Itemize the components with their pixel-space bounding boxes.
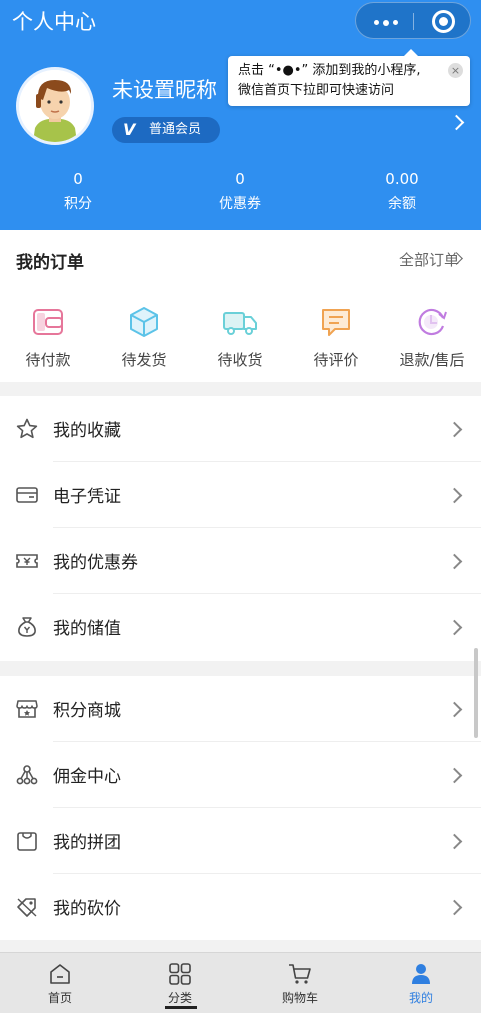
order-status-pending-shipment[interactable]: 待发货 [96, 305, 192, 375]
member-level-badge[interactable]: V 普通会员 [112, 117, 220, 143]
vip-icon: V [123, 120, 136, 139]
chevron-right-icon [446, 619, 463, 636]
tab-home[interactable]: 首页 [0, 953, 120, 1013]
orders-title: 我的订单 [16, 253, 84, 273]
menu-item-stored-value[interactable]: 我的储值 [0, 594, 481, 660]
stat-coupons[interactable]: 0 优惠券 [180, 170, 300, 213]
stat-label: 优惠券 [219, 196, 261, 212]
chevron-right-icon [446, 421, 463, 438]
miniapp-close-icon[interactable] [432, 10, 455, 33]
menu-item-label: 我的优惠券 [53, 553, 138, 573]
tab-label: 购物车 [281, 991, 318, 1005]
menu-group-activities: 积分商城 佣金中心 我的拼团 我的砍价 [0, 676, 481, 940]
tab-mine[interactable]: 我的 [361, 953, 481, 1013]
bargain-tag-icon [17, 898, 37, 917]
order-status-label: 退款/售后 [399, 351, 465, 369]
refund-clock-icon [418, 308, 447, 336]
menu-group-assets: 我的收藏 电子凭证 我的优惠券 我的储值 [0, 396, 481, 661]
network-icon [16, 765, 38, 785]
all-orders-link[interactable]: 全部订单 [399, 249, 459, 270]
chevron-right-icon [446, 553, 463, 570]
avatar[interactable] [16, 67, 94, 145]
menu-item-favorites[interactable]: 我的收藏 [0, 396, 481, 462]
tab-label: 我的 [408, 991, 433, 1005]
order-status-refund[interactable]: 退款/售后 [384, 305, 480, 375]
menu-item-e-voucher[interactable]: 电子凭证 [0, 462, 481, 528]
more-dots-icon[interactable] [374, 19, 398, 26]
bottom-tabbar: 首页 分类 购物车 我的 [0, 952, 481, 1013]
tab-label: 分类 [167, 991, 192, 1005]
comment-icon [322, 309, 350, 336]
menu-item-label: 我的收藏 [53, 421, 121, 441]
home-icon [50, 964, 70, 984]
text-cursor [165, 1006, 197, 1009]
cart-icon [289, 964, 311, 984]
package-icon [130, 307, 158, 337]
avatar-illustration-icon [19, 70, 91, 142]
member-level-label: 普通会员 [149, 122, 202, 137]
menu-item-label: 我的储值 [53, 619, 121, 639]
orders-card: 我的订单 全部订单 待付款 待发货 待收货 待评价 退款/售后 [0, 230, 481, 382]
profile-chevron-right-icon[interactable] [448, 114, 465, 131]
order-status-pending-receipt[interactable]: 待收货 [192, 305, 288, 375]
page-title: 个人中心 [12, 10, 96, 34]
menu-item-commission-center[interactable]: 佣金中心 [0, 742, 481, 808]
miniapp-capsule [355, 2, 471, 39]
stat-value: 0 [235, 170, 245, 188]
grid-icon [169, 963, 191, 985]
tab-label: 首页 [47, 991, 72, 1005]
star-icon [16, 418, 38, 439]
chevron-right-icon [446, 487, 463, 504]
menu-item-points-mall[interactable]: 积分商城 [0, 676, 481, 742]
menu-item-label: 我的拼团 [53, 833, 121, 853]
tab-cart[interactable]: 购物车 [240, 953, 360, 1013]
stat-label: 余额 [388, 196, 416, 212]
menu-item-my-coupons[interactable]: 我的优惠券 [0, 528, 481, 594]
menu-item-bargain[interactable]: 我的砍价 [0, 874, 481, 940]
tab-categories[interactable]: 分类 [120, 953, 240, 1013]
card-icon [16, 487, 38, 503]
stat-label: 积分 [64, 196, 92, 212]
stat-value: 0 [73, 170, 83, 188]
order-status-pending-payment[interactable]: 待付款 [0, 305, 96, 375]
coupon-icon [16, 554, 38, 568]
menu-item-label: 我的砍价 [53, 899, 121, 919]
chevron-right-icon [446, 899, 463, 916]
stat-points[interactable]: 0 积分 [18, 170, 138, 213]
scrollbar[interactable] [474, 648, 478, 738]
capsule-divider [413, 13, 414, 30]
menu-item-label: 积分商城 [53, 701, 121, 721]
menu-item-group-buy[interactable]: 我的拼团 [0, 808, 481, 874]
money-bag-icon [18, 617, 36, 637]
add-miniprogram-tooltip: 点击 “•●•” 添加到我的小程序, 微信首页下拉即可快速访问 × [228, 49, 470, 106]
wallet-icon [33, 309, 63, 335]
store-icon [16, 700, 38, 718]
chevron-right-icon [446, 767, 463, 784]
stat-value: 0.00 [385, 170, 419, 188]
user-icon [412, 964, 430, 984]
order-status-label: 待评价 [313, 351, 359, 369]
tooltip-line-2: 微信首页下拉即可快速访问 [238, 83, 395, 98]
order-status-label: 待发货 [121, 351, 167, 369]
order-status-label: 待付款 [25, 351, 71, 369]
menu-item-label: 电子凭证 [53, 487, 121, 507]
nickname[interactable]: 未设置昵称 [112, 74, 217, 104]
menu-item-label: 佣金中心 [53, 767, 121, 787]
chevron-right-icon [446, 833, 463, 850]
order-status-pending-review[interactable]: 待评价 [288, 305, 384, 375]
group-bag-icon [17, 832, 37, 851]
order-status-label: 待收货 [217, 351, 263, 369]
tooltip-close-icon[interactable]: × [448, 63, 463, 78]
stat-balance[interactable]: 0.00 余额 [342, 170, 462, 213]
tooltip-line-1: 点击 “•●•” 添加到我的小程序, [238, 63, 421, 78]
chevron-right-icon [446, 701, 463, 718]
profile-header: 个人中心 未设置昵称 V 普通会员 0 积分 0 优惠券 0.00 余额 点击 … [0, 0, 481, 230]
truck-icon [223, 312, 257, 335]
